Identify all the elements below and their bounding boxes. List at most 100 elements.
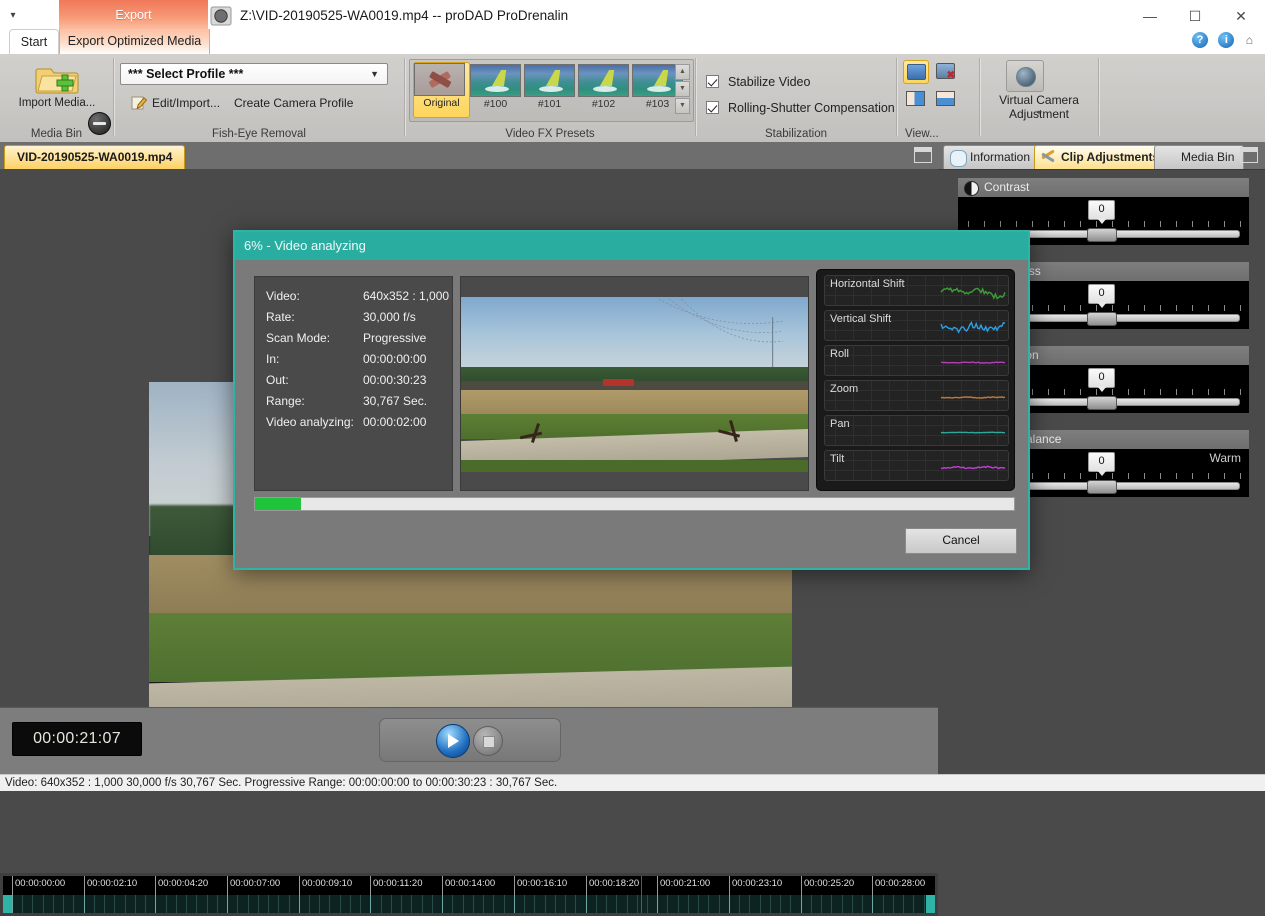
motion-graph-label: Pan	[830, 418, 850, 430]
tab-export-optimized-media[interactable]: Export Optimized Media	[59, 29, 210, 54]
select-profile-dropdown[interactable]: *** Select Profile *** ▼	[120, 63, 388, 85]
fx-scrollbar[interactable]: ▲ ▼ ▼	[675, 64, 690, 116]
create-camera-profile-button[interactable]: Create Camera Profile	[234, 93, 353, 113]
motion-graph-panel: Horizontal Shift Vertical Shift Roll Zoom Pa…	[816, 269, 1015, 491]
timeline-ruler-container[interactable]: 00:00:00:00 00:00:02:10 00:00:04:20 00:00:0…	[0, 873, 938, 916]
ruler-minor-tick	[678, 895, 679, 913]
ruler-minor-tick	[862, 895, 863, 913]
fx-thumbnail-original	[414, 63, 465, 96]
camera-lens-icon	[1016, 67, 1036, 87]
view-split-horizontal-button[interactable]	[933, 88, 959, 112]
edit-import-label: Edit/Import...	[152, 96, 221, 110]
group-title-video-fx: Video FX Presets	[505, 128, 595, 140]
window-maximize-button[interactable]: ☐	[1174, 4, 1216, 28]
ruler-minor-tick	[647, 895, 648, 913]
info-key: Out:	[266, 373, 289, 387]
ruler-label: 00:00:11:20	[373, 878, 423, 889]
play-icon[interactable]	[436, 724, 470, 758]
import-media-button[interactable]: Import Media...	[13, 58, 101, 120]
view-single-monitor-button[interactable]	[903, 60, 929, 84]
right-panel-restore-icon[interactable]	[1240, 147, 1258, 163]
ruler-minor-tick	[749, 895, 750, 913]
workspace-restore-icon[interactable]	[914, 147, 932, 163]
virtual-camera-adjustment-button[interactable]	[1006, 60, 1044, 92]
view-split-vertical-button[interactable]	[903, 88, 929, 112]
tab-information[interactable]: Information	[943, 145, 1041, 169]
tab-media-bin[interactable]: Media Bin	[1154, 145, 1245, 169]
ruler-minor-tick	[22, 895, 23, 913]
fx-preset-caption: #100	[483, 98, 508, 110]
tab-start[interactable]: Start	[9, 29, 59, 56]
slider-thumb[interactable]	[1087, 396, 1117, 410]
adjustment-header[interactable]: Contrast	[958, 178, 1249, 197]
home-icon[interactable]: ⌂	[1246, 33, 1253, 47]
document-tab-bar: VID-20190525-WA0019.mp4	[0, 142, 938, 170]
ruler-minor-tick	[811, 895, 812, 913]
ruler-minor-tick	[135, 895, 136, 913]
ruler-label: 00:00:21:00	[660, 878, 711, 889]
ribbon-contextual-export-banner: Export	[59, 0, 208, 30]
ruler-minor-tick	[616, 895, 617, 913]
tab-label: Information	[970, 150, 1031, 164]
info-row: Range: 30,767 Sec.	[255, 391, 452, 412]
tools-icon	[1041, 150, 1056, 165]
fx-preset-strip: Original #100 #101 #102 #103 ▲ ▼ ▼	[409, 59, 694, 122]
ruler-minor-tick	[411, 895, 412, 913]
ruler-minor-tick	[207, 895, 208, 913]
info-value: 00:00:30:23	[363, 373, 427, 387]
stop-icon[interactable]	[473, 726, 503, 756]
ruler-minor-tick	[893, 895, 894, 913]
quick-access-caret-icon[interactable]: ▾	[4, 9, 22, 23]
checkbox-rolling-shutter-compensation[interactable]: Rolling-Shutter Compensation	[706, 98, 895, 118]
ruler-minor-tick	[637, 895, 638, 913]
fx-preset-caption: #101	[537, 98, 562, 110]
fx-preset-102[interactable]: #102	[578, 64, 629, 112]
fx-preset-101[interactable]: #101	[524, 64, 575, 112]
motion-graph-pan: Pan	[824, 415, 1009, 446]
ruler-minor-tick	[565, 895, 566, 913]
ribbon-group-virtual-camera: Virtual Camera Adjustment ▾	[980, 54, 1098, 142]
fx-scroll-up-button[interactable]: ▲	[675, 64, 690, 80]
ruler-minor-tick	[524, 895, 525, 913]
chevron-down-icon[interactable]: ▾	[980, 108, 1098, 117]
ruler-minor-tick	[63, 895, 64, 913]
tab-label: Media Bin	[1181, 150, 1235, 164]
split-horizontal-icon	[936, 91, 955, 106]
playhead-marker[interactable]	[641, 876, 642, 913]
ribbon-group-stabilization: Stabilize Video Rolling-Shutter Compensa…	[696, 54, 896, 142]
edit-import-button[interactable]: Edit/Import...	[130, 93, 220, 113]
timeline-ruler[interactable]: 00:00:00:00 00:00:02:10 00:00:04:20 00:00:0…	[3, 876, 935, 913]
view-disable-monitor-button[interactable]: ✖	[933, 60, 959, 84]
ruler-label: 00:00:23:10	[732, 878, 783, 889]
slider-thumb[interactable]	[1087, 312, 1117, 326]
fx-scroll-down-button[interactable]: ▼	[675, 81, 690, 97]
in-point-marker[interactable]	[3, 895, 12, 913]
window-minimize-button[interactable]: —	[1129, 4, 1171, 28]
group-title-fish-eye: Fish-Eye Removal	[212, 128, 306, 140]
fx-scroll-end-button[interactable]: ▼	[675, 98, 690, 114]
motion-graph-trace	[940, 431, 1005, 434]
ruler-minor-tick	[473, 895, 474, 913]
fx-preset-original[interactable]: Original	[413, 62, 470, 118]
ruler-major-tick	[12, 895, 13, 913]
help-icon[interactable]: ?	[1192, 32, 1208, 48]
progress-bar-track	[254, 497, 1015, 511]
ruler-body[interactable]	[3, 895, 935, 913]
slider-thumb[interactable]	[1087, 228, 1117, 242]
window-close-button[interactable]: ✕	[1220, 4, 1262, 28]
ruler-minor-tick	[493, 895, 494, 913]
checkbox-stabilize-video[interactable]: Stabilize Video	[706, 72, 810, 92]
document-tab[interactable]: VID-20190525-WA0019.mp4	[4, 145, 186, 169]
tab-clip-adjustments[interactable]: Clip Adjustments	[1034, 145, 1170, 169]
out-point-marker[interactable]	[926, 895, 935, 913]
info-icon[interactable]: i	[1218, 32, 1235, 48]
fx-preset-caption: #102	[591, 98, 616, 110]
ribbon-group-video-fx-presets: Original #100 #101 #102 #103 ▲ ▼ ▼ Video…	[405, 54, 695, 142]
ribbon-tab-row: Start Export Optimized Media	[0, 29, 1265, 56]
cancel-button[interactable]: Cancel	[905, 528, 1017, 554]
ruler-minor-tick	[268, 895, 269, 913]
ruler-minor-tick	[739, 895, 740, 913]
fx-preset-100[interactable]: #100	[470, 64, 521, 112]
slider-thumb[interactable]	[1087, 480, 1117, 494]
transport-bar: 00:00:21:07	[0, 707, 938, 774]
